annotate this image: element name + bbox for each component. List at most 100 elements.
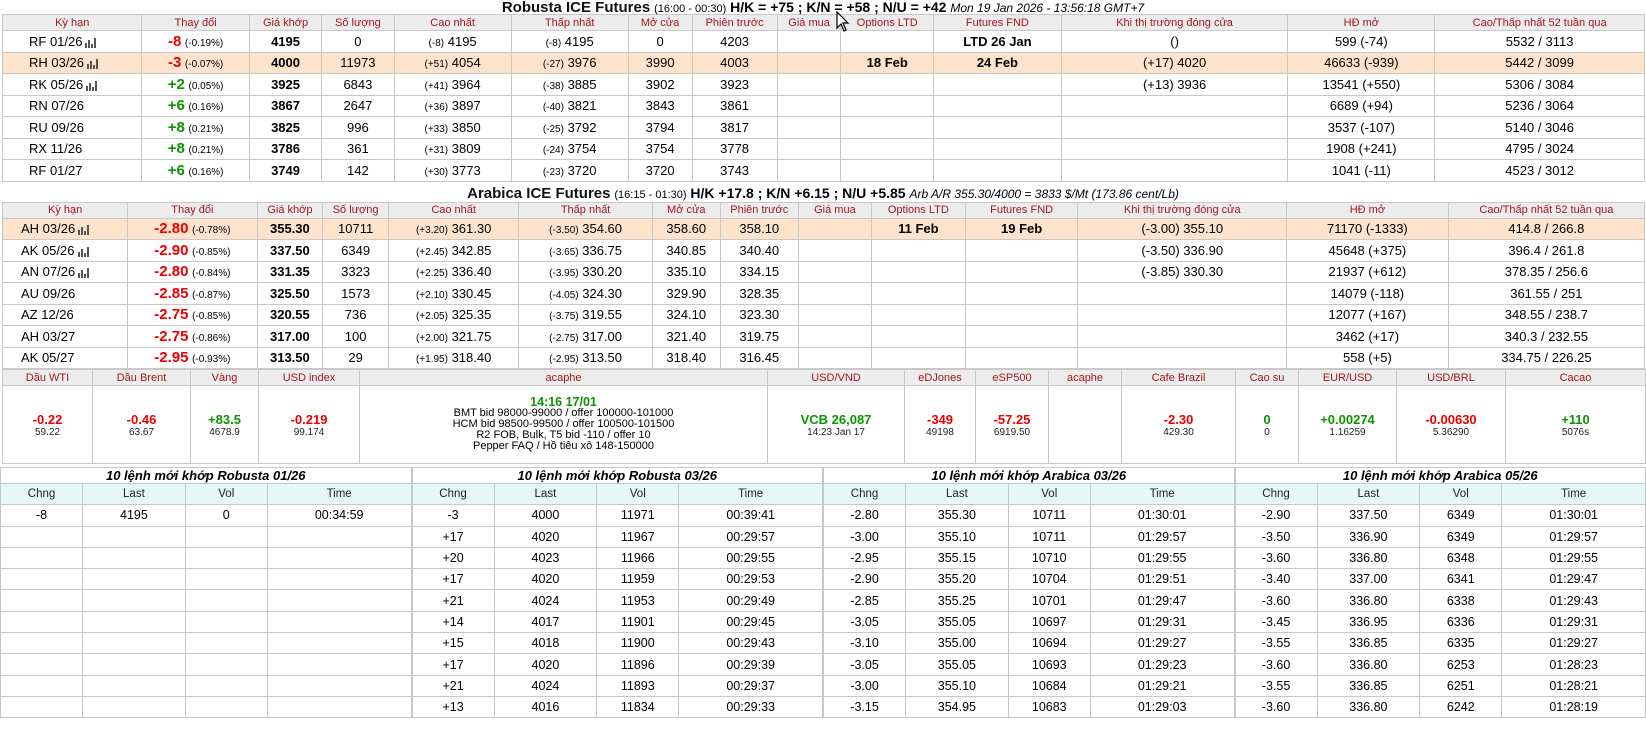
robusta-col-header: Phiên trước (691, 14, 778, 31)
options-ltd-cell (870, 260, 966, 283)
contract-row[interactable]: RF 01/26 -8 (-0.19%) 4195 0 (-8) 4195 (-8) 41… (1, 30, 1645, 53)
contract-row[interactable]: AN 07/26 -2.80 (-0.84%) 331.35 3323 (+2.25) … (1, 260, 1646, 283)
arbitrage-note: Arb A/R 355.30/4000 = 3833 $/Mt (173.86 … (909, 186, 1179, 201)
robusta-col-header: Thay đổi (141, 14, 250, 31)
low-cell: (-3.95) 330.20 (518, 260, 653, 283)
contract-row[interactable]: AU 09/26 -2.85 (-0.87%) 325.50 1573 (+2.10) … (1, 282, 1646, 305)
contract-row[interactable]: RK 05/26 +2 (0.05%) 3925 6843 (+41) 3964 (-38… (1, 73, 1645, 96)
oi-cell: 1908 (+241) (1287, 137, 1436, 160)
contract-term-cell[interactable]: RU 09/26 (1, 116, 143, 139)
trades-panel-title: 10 lệnh mới khớp Robusta 03/26 (411, 467, 823, 484)
trade-cell: 10711 (1007, 525, 1091, 548)
last-price: 3925 (271, 76, 300, 92)
contract-term-cell[interactable]: RN 07/26 (1, 94, 143, 117)
range-cell: 5140 / 3046 (1434, 116, 1645, 139)
options-ltd-cell: 18 Feb (840, 51, 935, 74)
contract-term-cell[interactable]: RH 03/26 (1, 51, 143, 74)
contract-row[interactable]: RH 03/26 -3 (-0.07%) 4000 11973 (+51) 4054 (-… (1, 51, 1645, 74)
contract-term-cell[interactable]: AZ 12/26 (1, 303, 129, 326)
low-price: 354.60 (582, 221, 623, 237)
last-price: 320.55 (269, 307, 310, 323)
low-price: 3821 (567, 98, 597, 114)
trade-cell (266, 610, 412, 634)
trade-row: -3.40 337.00 6341 01:29:47 (1234, 568, 1646, 591)
trade-cell: 4024 (493, 589, 598, 612)
trade-cell: +14 (411, 610, 495, 634)
bid-cell (776, 73, 842, 96)
high-delta: (+51) (424, 59, 449, 71)
last-price: 331.35 (269, 264, 310, 280)
trade-row (0, 525, 412, 548)
low-cell: (-24) 3754 (510, 137, 629, 160)
contract-term-cell[interactable]: AH 03/27 (1, 325, 129, 348)
change-value: +8 (167, 118, 185, 136)
trade-cell: 11971 (596, 504, 680, 527)
trade-cell: 6335 (1419, 632, 1503, 655)
contract-row[interactable]: RF 01/27 +6 (0.16%) 3749 142 (+30) 3773 (-23)… (1, 159, 1645, 182)
low-cell: (-23) 3720 (510, 159, 629, 182)
trade-cell: +20 (411, 546, 495, 570)
markets-col-header: Cao su (1235, 369, 1299, 386)
markets-col-header: Cafe Brazil (1121, 369, 1236, 386)
trade-row: -2.90 355.20 10704 01:29:51 (822, 568, 1235, 591)
trade-cell: 00:29:45 (678, 610, 823, 634)
options-ltd-cell (870, 325, 966, 348)
contract-term-cell[interactable]: AH 03/26 (1, 217, 129, 240)
options-ltd: 18 Feb (866, 55, 908, 71)
gold-value: 4678.9 (209, 426, 240, 438)
last-price: 3786 (271, 141, 300, 157)
contract-term-cell[interactable]: AK 05/26 (1, 239, 129, 262)
contract-row[interactable]: AH 03/27 -2.75 (-0.86%) 317.00 100 (+2.00) 3… (1, 325, 1646, 348)
low-delta: (-40) (542, 102, 564, 114)
contract-row[interactable]: AK 05/27 -2.95 (-0.93%) 313.50 29 (+1.95) 31… (1, 346, 1646, 369)
trade-cell (266, 632, 412, 655)
bid-cell (776, 137, 842, 160)
futures-fnd-cell (964, 303, 1079, 326)
trade-cell (0, 653, 84, 676)
contract-row[interactable]: RX 11/26 +8 (0.21%) 3786 361 (+31) 3809 (-24)… (1, 137, 1645, 160)
trades-col-header: Time (266, 482, 412, 506)
open-cell: 3754 (627, 137, 693, 160)
chart-icon[interactable] (78, 224, 91, 236)
contract-row[interactable]: AK 05/26 -2.90 (-0.85%) 337.50 6349 (+2.45) … (1, 239, 1646, 262)
trade-cell: -3.00 (822, 674, 907, 697)
futures-fnd-cell (933, 73, 1062, 96)
contract-row[interactable]: AZ 12/26 -2.75 (-0.85%) 320.55 736 (+2.05) 3… (1, 303, 1646, 326)
contract-term-cell[interactable]: AU 09/26 (1, 282, 129, 305)
chart-icon[interactable] (86, 80, 99, 91)
trades-col-header: Chng (822, 482, 907, 506)
trade-cell: -3.55 (1234, 674, 1318, 697)
low-cell: (-40) 3821 (510, 94, 629, 117)
contract-term-cell[interactable]: RK 05/26 (1, 73, 143, 96)
trade-row: -3.05 355.05 10693 01:29:23 (822, 653, 1235, 676)
trades-col-header: Last (493, 482, 598, 506)
low-cell: (-3.50) 354.60 (518, 217, 653, 240)
volume-cell: 736 (322, 303, 389, 326)
trade-cell (184, 589, 268, 612)
trade-cell (0, 525, 84, 548)
trades-col-header: Last (905, 482, 1009, 506)
chart-icon[interactable] (85, 37, 98, 48)
trade-cell: 01:29:43 (1501, 589, 1646, 612)
oi-cell: 6689 (+94) (1287, 94, 1436, 117)
bid-cell (797, 282, 872, 305)
contract-term-cell[interactable]: RX 11/26 (1, 137, 143, 160)
low-price: 313.50 (582, 350, 623, 366)
contract-row[interactable]: RU 09/26 +8 (0.21%) 3825 996 (+33) 3850 (-25)… (1, 116, 1645, 139)
prev-cell: 340.40 (719, 239, 799, 262)
trade-cell: 6349 (1419, 525, 1503, 548)
volume-cell: 996 (321, 116, 395, 139)
contract-row[interactable]: AH 03/26 -2.80 (-0.78%) 355.30 10711 (+3.20)… (1, 217, 1646, 240)
low-delta: (-8) (545, 37, 562, 49)
contract-term-cell[interactable]: AN 07/26 (1, 260, 129, 283)
chart-icon[interactable] (77, 246, 91, 257)
trade-cell: 00:39:41 (678, 504, 823, 527)
edjones-cell: -349 49198 (904, 385, 976, 464)
contract-term-cell[interactable]: RF 01/27 (1, 159, 143, 182)
chart-icon[interactable] (78, 267, 91, 279)
trade-cell: 10701 (1007, 589, 1091, 612)
contract-term-cell[interactable]: RF 01/26 (1, 30, 143, 53)
contract-term-cell[interactable]: AK 05/27 (1, 346, 129, 369)
contract-row[interactable]: RN 07/26 +6 (0.16%) 3867 2647 (+36) 3897 (-40… (1, 94, 1645, 117)
chart-icon[interactable] (86, 58, 100, 70)
